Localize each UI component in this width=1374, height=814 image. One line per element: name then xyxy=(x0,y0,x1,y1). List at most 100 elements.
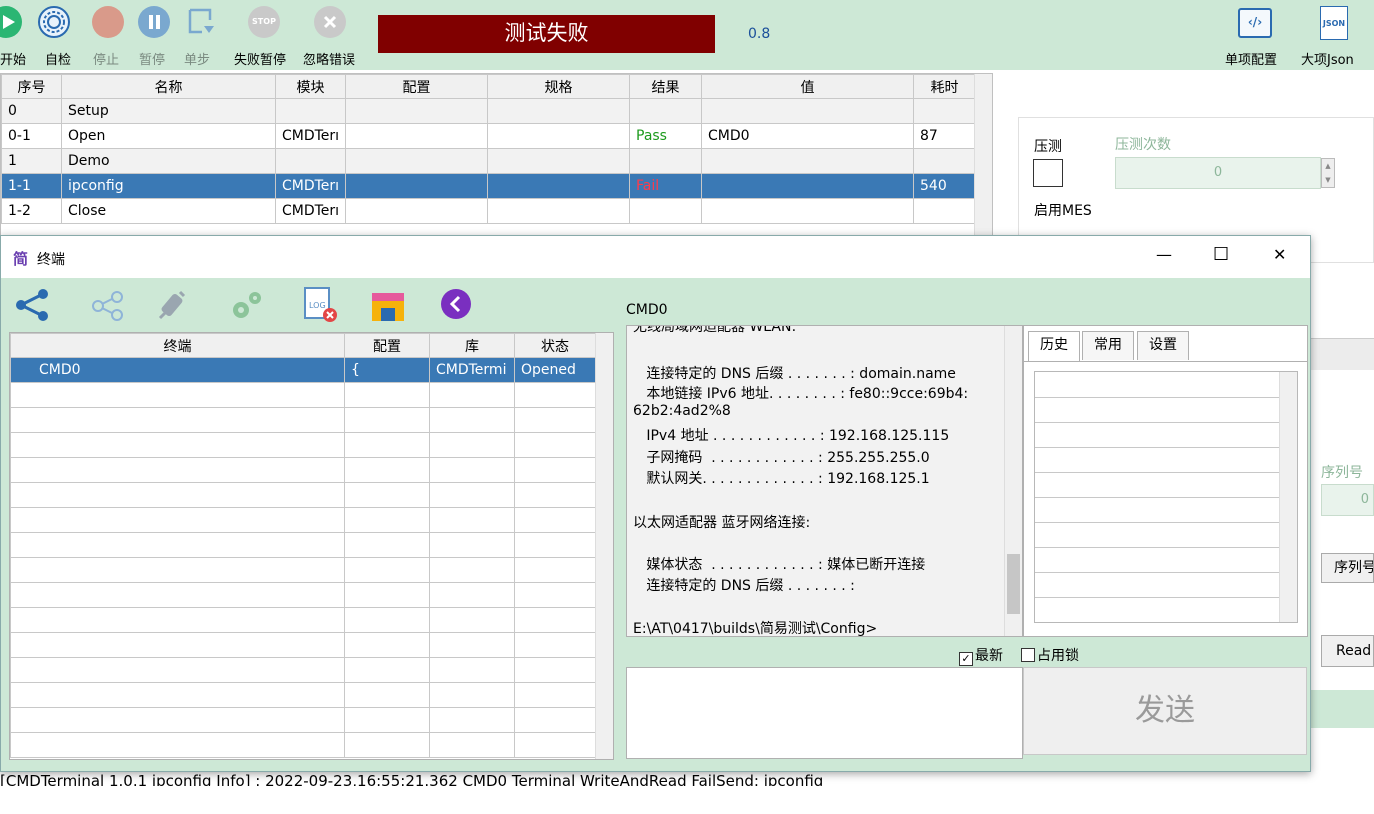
cell-name: Open xyxy=(61,123,276,149)
ignore-error-button-label[interactable]: 忽略错误 xyxy=(303,49,355,68)
col-header-lib[interactable]: 库 xyxy=(429,333,515,358)
col-header-name[interactable]: 名称 xyxy=(61,74,276,99)
history-item[interactable] xyxy=(1035,422,1279,423)
col-header-config[interactable]: 配置 xyxy=(344,333,430,358)
history-item[interactable] xyxy=(1035,447,1279,448)
history-item[interactable] xyxy=(1035,547,1279,548)
fail-pause-button-label[interactable]: 失败暂停 xyxy=(234,49,286,68)
step-icon[interactable] xyxy=(186,6,218,38)
history-item[interactable] xyxy=(1035,597,1279,598)
plug-icon[interactable] xyxy=(156,288,190,326)
cell-seq: 0-1 xyxy=(1,123,62,149)
cell-config: { xyxy=(344,357,430,383)
close-button[interactable]: ✕ xyxy=(1273,245,1286,264)
pause-button-label[interactable]: 暂停 xyxy=(139,49,165,68)
code-config-icon[interactable]: ‹/› xyxy=(1238,8,1272,38)
col-header-seq[interactable]: 序号 xyxy=(1,74,62,99)
table-row[interactable]: 1 Demo xyxy=(1,148,976,174)
stress-count-input[interactable]: 0 xyxy=(1115,157,1321,189)
col-header-result[interactable]: 结果 xyxy=(629,74,702,99)
play-icon[interactable] xyxy=(0,6,22,38)
read-button[interactable]: Read xyxy=(1321,635,1374,667)
console-scroll-thumb[interactable] xyxy=(1007,554,1020,614)
connect-share-icon[interactable] xyxy=(15,288,49,326)
col-header-time[interactable]: 耗时 xyxy=(913,74,976,99)
grid-header-row: 序号 名称 模块 配置 规格 结果 值 耗时 xyxy=(1,74,976,99)
history-scrollbar[interactable] xyxy=(1279,372,1297,622)
cell-name: Demo xyxy=(61,148,276,174)
log-clear-icon[interactable]: LOG xyxy=(303,286,339,328)
maximize-button[interactable]: ☐ xyxy=(1213,244,1229,265)
console-output[interactable]: 无线局域网适配器 WLAN: 连接特定的 DNS 后缀 . . . . . . … xyxy=(626,325,1023,637)
big-json-button-label[interactable]: 大项Json xyxy=(1301,49,1354,68)
latest-checkbox[interactable]: ✓ 最新 xyxy=(959,645,1003,666)
terminal-list-grid[interactable]: 终端 配置 库 状态 CMD0 { CMDTermi Opened xyxy=(9,332,614,760)
table-row[interactable]: 0-1 Open CMDTerı Pass CMD0 87 xyxy=(1,123,976,149)
serial-button[interactable]: 序列号 xyxy=(1321,553,1374,583)
cell-module xyxy=(275,148,346,174)
cell-config xyxy=(345,98,488,124)
history-item[interactable] xyxy=(1035,572,1279,573)
history-item[interactable] xyxy=(1035,522,1279,523)
grid-scrollbar[interactable] xyxy=(974,74,992,237)
self-check-gear-icon[interactable] xyxy=(38,6,70,38)
test-steps-grid[interactable]: 序号 名称 模块 配置 规格 结果 值 耗时 0 Setup 0-1 Open … xyxy=(0,73,993,238)
stop-button-label[interactable]: 停止 xyxy=(93,49,119,68)
empty-row xyxy=(10,457,596,483)
json-file-icon[interactable]: JSON xyxy=(1320,6,1348,40)
stop-sign-icon[interactable]: STOP xyxy=(248,6,280,38)
version-label: 0.8 xyxy=(748,26,771,42)
console-line: 本地链接 IPv6 地址. . . . . . . . : fe80::9cce… xyxy=(633,386,969,402)
self-check-button-label[interactable]: 自检 xyxy=(45,49,71,68)
col-header-module[interactable]: 模块 xyxy=(275,74,346,99)
tab-common[interactable]: 常用 xyxy=(1082,331,1134,360)
settings-gear-icon[interactable] xyxy=(229,288,265,326)
cell-spec xyxy=(487,148,630,174)
col-header-terminal[interactable]: 终端 xyxy=(10,333,345,358)
disconnect-share-icon[interactable] xyxy=(91,290,123,326)
send-input[interactable] xyxy=(626,667,1023,759)
stress-checkbox[interactable] xyxy=(1033,159,1063,187)
folder-save-icon[interactable] xyxy=(371,292,405,326)
table-row[interactable]: 0 Setup xyxy=(1,98,976,124)
start-button-label[interactable]: 开始 xyxy=(0,49,26,68)
console-scrollbar[interactable] xyxy=(1004,326,1022,636)
send-button[interactable]: 发送 xyxy=(1023,667,1307,755)
terminal-grid-scrollbar[interactable] xyxy=(595,333,613,759)
ignore-error-icon[interactable] xyxy=(314,6,346,38)
history-item[interactable] xyxy=(1035,472,1279,473)
history-item[interactable] xyxy=(1035,397,1279,398)
table-row-selected[interactable]: 1-1 ipconfig CMDTerı Fail 540 xyxy=(1,173,976,199)
back-arrow-icon[interactable] xyxy=(441,289,471,319)
unchecked-box-icon[interactable] xyxy=(1021,648,1035,662)
cell-result xyxy=(629,98,702,124)
tab-settings[interactable]: 设置 xyxy=(1137,331,1189,360)
cell-time: 87 xyxy=(913,123,976,149)
col-header-value[interactable]: 值 xyxy=(701,74,914,99)
empty-row xyxy=(10,682,596,708)
lock-checkbox[interactable]: 占用锁 xyxy=(1021,645,1079,665)
single-config-button-label[interactable]: 单项配置 xyxy=(1225,49,1277,68)
serial-input[interactable]: 0 xyxy=(1321,484,1374,516)
col-header-status[interactable]: 状态 xyxy=(514,333,596,358)
table-row[interactable]: 1-2 Close CMDTerı xyxy=(1,198,976,224)
terminal-row-selected[interactable]: CMD0 { CMDTermi Opened xyxy=(10,357,596,383)
minimize-button[interactable]: — xyxy=(1156,245,1172,264)
history-item[interactable] xyxy=(1035,497,1279,498)
col-header-config[interactable]: 配置 xyxy=(345,74,488,99)
cell-config xyxy=(345,173,488,199)
svg-text:LOG: LOG xyxy=(309,301,326,310)
console-line: 连接特定的 DNS 后缀 . . . . . . . : domain.name xyxy=(633,366,956,382)
history-list[interactable] xyxy=(1034,371,1298,623)
window-titlebar[interactable]: 简 终端 — ☐ ✕ xyxy=(1,236,1310,278)
spinner-buttons[interactable]: ▲ ▼ xyxy=(1321,158,1335,188)
col-header-spec[interactable]: 规格 xyxy=(487,74,630,99)
empty-row xyxy=(10,632,596,658)
empty-row xyxy=(10,532,596,558)
tab-history[interactable]: 历史 xyxy=(1028,331,1080,362)
cell-time xyxy=(913,198,976,224)
check-icon[interactable]: ✓ xyxy=(959,652,973,666)
step-button-label[interactable]: 单步 xyxy=(184,49,210,68)
pause-icon[interactable] xyxy=(138,6,170,38)
stop-icon[interactable] xyxy=(92,6,124,38)
